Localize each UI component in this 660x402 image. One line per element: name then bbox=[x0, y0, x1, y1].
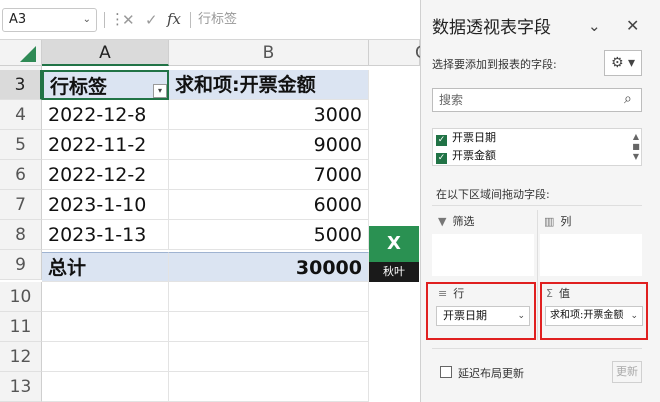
pivot-value[interactable]: 9000 bbox=[169, 130, 369, 160]
values-area-label: Σ值 bbox=[546, 286, 570, 302]
pivot-value[interactable]: 6000 bbox=[169, 190, 369, 220]
values-area-title: 值 bbox=[558, 287, 570, 300]
update-button[interactable]: 更新 bbox=[612, 361, 642, 383]
pivot-grand-total-value[interactable]: 30000 bbox=[169, 252, 369, 282]
chevron-down-icon[interactable]: ⌄ bbox=[588, 17, 601, 35]
rows-icon: ≡ bbox=[438, 287, 448, 300]
row-header[interactable]: 9 bbox=[0, 250, 42, 280]
pivot-row-label[interactable]: 2022-12-8 bbox=[42, 100, 169, 130]
divider bbox=[432, 348, 642, 349]
columns-drop-zone[interactable] bbox=[540, 234, 642, 276]
columns-icon: ▥ bbox=[544, 215, 555, 228]
enter-icon[interactable]: ✓ bbox=[145, 9, 158, 31]
pivot-row-label[interactable]: 2023-1-13 bbox=[42, 220, 169, 250]
defer-update-option[interactable]: 延迟布局更新 bbox=[440, 365, 524, 381]
values-field-label: 求和项:开票金额 bbox=[550, 310, 624, 321]
row-header[interactable]: 7 bbox=[0, 190, 42, 220]
row-header[interactable]: 12 bbox=[0, 342, 42, 372]
empty-cell[interactable] bbox=[169, 372, 369, 402]
select-all-icon bbox=[20, 46, 36, 62]
row-header[interactable]: 8 bbox=[0, 220, 42, 250]
field-search-input[interactable]: 搜索 bbox=[432, 88, 642, 112]
filter-drop-zone[interactable] bbox=[432, 234, 534, 276]
field-label: 开票日期 bbox=[452, 131, 496, 144]
checkbox-checked-icon[interactable]: ✓ bbox=[436, 135, 447, 146]
filter-area-title: 筛选 bbox=[452, 215, 475, 228]
divider bbox=[537, 210, 538, 340]
pivot-row-label[interactable]: 2023-1-10 bbox=[42, 190, 169, 220]
divider bbox=[104, 12, 105, 28]
empty-cell[interactable] bbox=[169, 282, 369, 312]
gear-icon: ⚙ ▾ bbox=[610, 55, 636, 71]
insert-function-icon[interactable]: fx bbox=[167, 8, 181, 30]
sigma-icon: Σ bbox=[546, 287, 553, 300]
empty-cell[interactable] bbox=[42, 312, 169, 342]
checkbox-unchecked-icon[interactable] bbox=[440, 366, 452, 378]
pivot-value[interactable]: 5000 bbox=[169, 220, 369, 250]
name-box-value: A3 bbox=[9, 12, 27, 27]
filter-area-label: ▼ 筛选 bbox=[438, 214, 474, 230]
row-header-gap bbox=[0, 66, 42, 70]
field-label: 开票金额 bbox=[452, 149, 496, 162]
close-icon[interactable]: ✕ bbox=[626, 16, 639, 35]
rows-area-title: 行 bbox=[453, 287, 465, 300]
column-header-c[interactable]: C bbox=[369, 40, 427, 66]
row-header[interactable]: 6 bbox=[0, 160, 42, 190]
pivot-value[interactable]: 7000 bbox=[169, 160, 369, 190]
rows-area-label: ≡ 行 bbox=[438, 286, 464, 302]
settings-button[interactable]: ⚙ ▾ bbox=[604, 50, 642, 76]
columns-area-title: 列 bbox=[560, 215, 572, 228]
row-header[interactable]: 3 bbox=[0, 70, 42, 100]
pivot-row-labels-cell[interactable]: 行标签 bbox=[42, 70, 169, 100]
pivot-value[interactable]: 3000 bbox=[169, 100, 369, 130]
formula-input[interactable]: 行标签 bbox=[198, 9, 237, 31]
field-list-scrollbar[interactable]: ▲ ■ ▼ bbox=[630, 132, 642, 164]
name-box[interactable]: A3 ⌄ bbox=[2, 8, 97, 32]
empty-cell[interactable] bbox=[42, 282, 169, 312]
chevron-down-icon[interactable]: ⌄ bbox=[83, 9, 91, 31]
filter-dropdown-icon[interactable]: ▾ bbox=[153, 84, 167, 98]
column-header-a[interactable]: A bbox=[42, 40, 169, 66]
row-header[interactable]: 5 bbox=[0, 130, 42, 160]
row-header[interactable]: 11 bbox=[0, 312, 42, 342]
divider bbox=[190, 12, 191, 28]
rows-field-label: 开票日期 bbox=[443, 309, 487, 322]
checkbox-checked-icon[interactable]: ✓ bbox=[436, 153, 447, 164]
field-item[interactable]: ✓ 开票日期 bbox=[436, 130, 496, 146]
empty-cell[interactable] bbox=[42, 372, 169, 402]
rows-field-dropdown[interactable]: 开票日期 ⌄ bbox=[436, 306, 530, 326]
column-header-b[interactable]: B bbox=[169, 40, 369, 66]
search-icon: ⌕ bbox=[624, 91, 632, 107]
pivot-grand-total-label[interactable]: 总计 bbox=[42, 252, 169, 282]
empty-cell[interactable] bbox=[169, 342, 369, 372]
defer-label: 延迟布局更新 bbox=[458, 367, 524, 380]
pivot-row-label[interactable]: 2022-12-2 bbox=[42, 160, 169, 190]
divider bbox=[432, 205, 642, 206]
row-header[interactable]: 4 bbox=[0, 100, 42, 130]
cancel-icon[interactable]: ✕ bbox=[122, 9, 135, 31]
logo-caption: 秋叶 bbox=[369, 262, 419, 282]
excel-logo: X bbox=[369, 226, 419, 262]
chevron-down-icon: ⌄ bbox=[630, 311, 638, 321]
row-header[interactable]: 10 bbox=[0, 282, 42, 312]
drag-instructions: 在以下区域间拖动字段: bbox=[436, 188, 550, 201]
pivot-values-header-cell[interactable]: 求和项:开票金额 bbox=[169, 70, 369, 100]
empty-cell[interactable] bbox=[42, 342, 169, 372]
columns-area-label: ▥ 列 bbox=[544, 214, 571, 230]
pivot-row-label[interactable]: 2022-11-2 bbox=[42, 130, 169, 160]
chevron-down-icon: ⌄ bbox=[517, 311, 525, 321]
row-header[interactable]: 13 bbox=[0, 372, 42, 402]
pane-title: 数据透视表字段 bbox=[432, 18, 551, 38]
field-item[interactable]: ✓ 开票金额 bbox=[436, 148, 496, 164]
filter-icon: ▼ bbox=[438, 215, 447, 228]
values-field-dropdown[interactable]: 求和项:开票金额 ⌄ bbox=[545, 306, 643, 326]
empty-cell[interactable] bbox=[169, 312, 369, 342]
pane-subtitle: 选择要添加到报表的字段: bbox=[432, 58, 557, 71]
